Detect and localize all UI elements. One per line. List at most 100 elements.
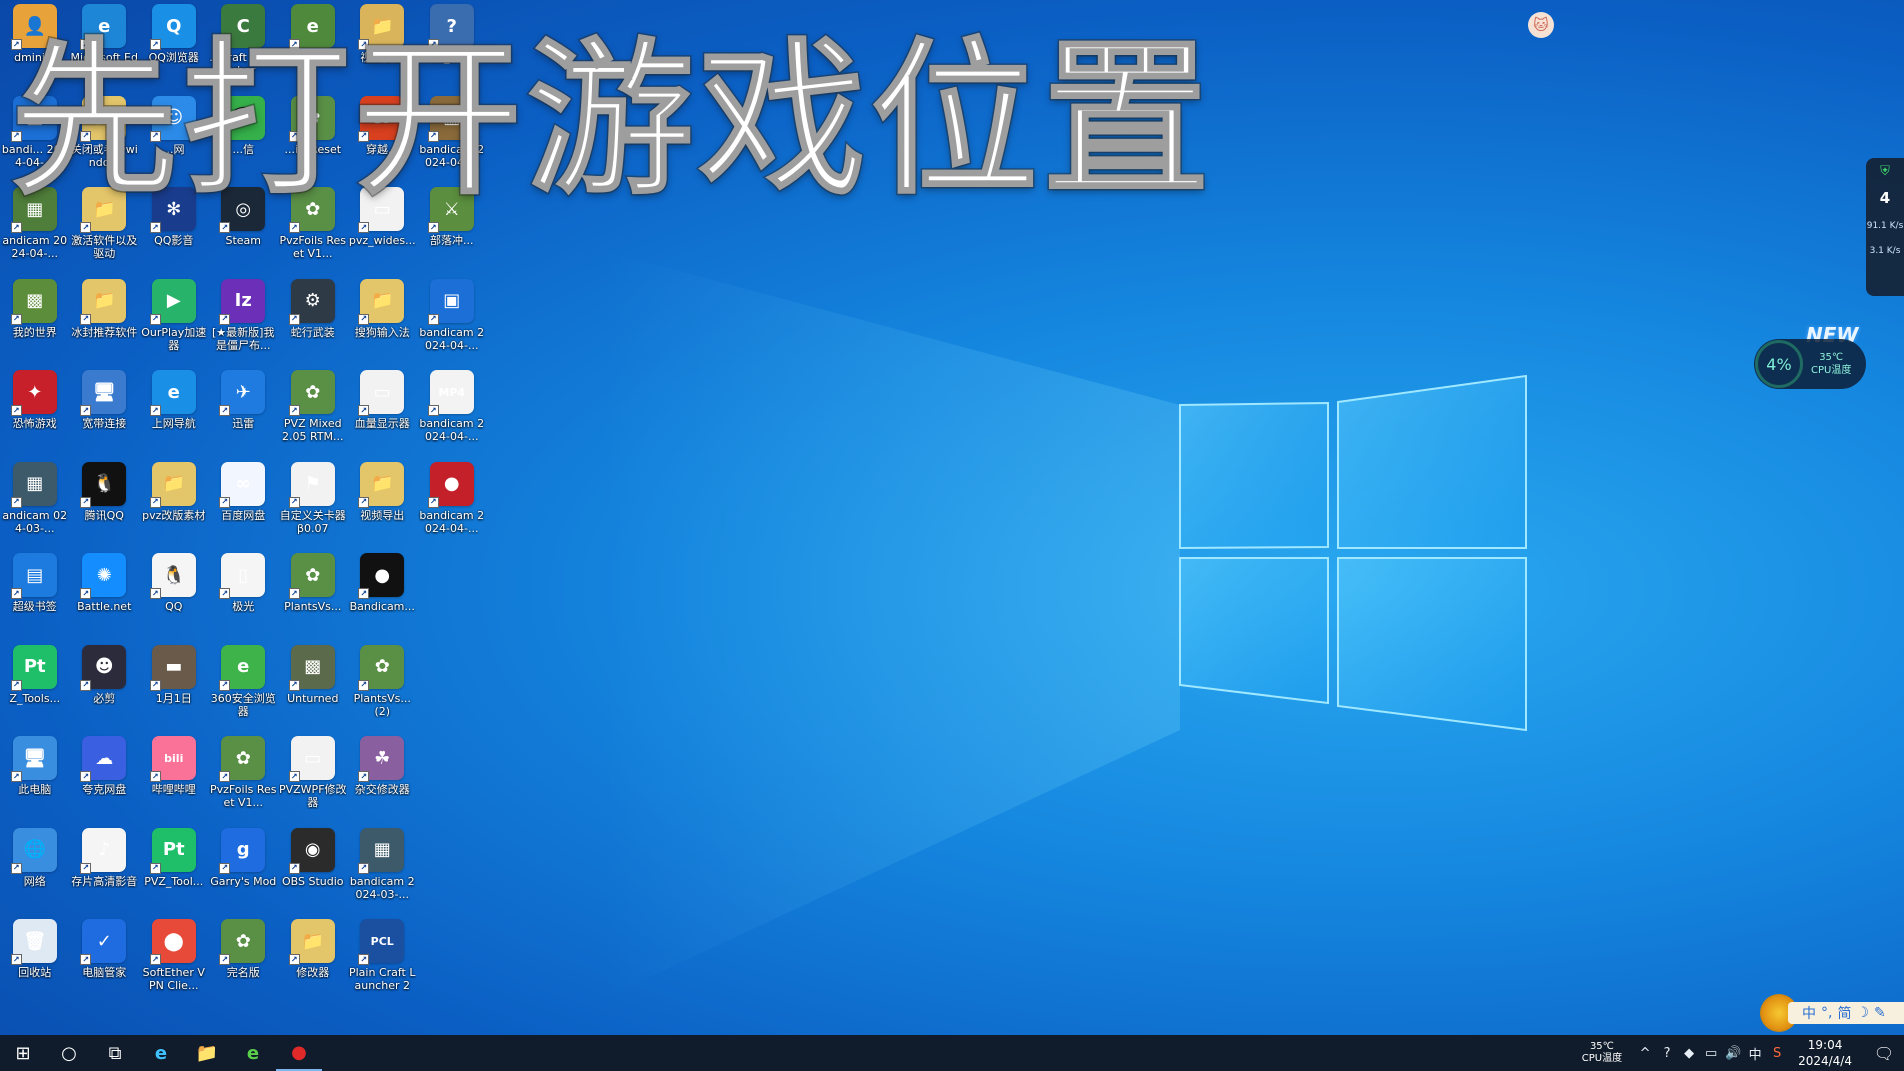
cpu-temp-readout: 35℃ CPU温度 bbox=[1811, 351, 1851, 377]
desktop-icon[interactable]: 🖥 ↗ 此电脑 bbox=[0, 732, 70, 824]
desktop-icon[interactable]: 🐧 ↗ QQ bbox=[139, 549, 209, 641]
show-hidden-icons-icon[interactable]: ^ bbox=[1634, 1046, 1656, 1061]
app-glyph: ▩ bbox=[26, 290, 44, 311]
app-icon: ✦ ↗ bbox=[10, 370, 57, 416]
cat-pet-icon[interactable]: 🐱 bbox=[1528, 12, 1554, 38]
desktop-icon[interactable]: g ↗ Garry's Mod bbox=[209, 824, 279, 916]
shortcut-arrow-icon: ↗ bbox=[10, 313, 22, 325]
desktop-icon[interactable]: ▣ ↗ bandicam 2024-04-... bbox=[417, 275, 487, 367]
ime-moon-icon[interactable]: ☽ bbox=[1856, 1005, 1869, 1021]
desktop-icon[interactable]: ▦ ↗ bandicam 2024-03-... bbox=[348, 824, 418, 916]
desktop-icon[interactable]: ☁ ↗ 夸克网盘 bbox=[70, 732, 140, 824]
sogou-ime-icon[interactable]: S bbox=[1766, 1046, 1788, 1061]
desktop-icon[interactable]: ▬ ↗ 1月1日 bbox=[139, 641, 209, 733]
desktop-icon[interactable]: ⚙ ↗ 蛇行武装 bbox=[278, 275, 348, 367]
desktop-icon[interactable]: ⚑ ↗ 自定义关卡器β0.07 bbox=[278, 458, 348, 550]
app-icon: ✿ ↗ bbox=[288, 370, 335, 416]
tray-cpu-temp-label: CPU温度 bbox=[1581, 1053, 1623, 1064]
desktop-icon[interactable]: ✦ ↗ 恐怖游戏 bbox=[0, 366, 70, 458]
desktop-icon[interactable]: ● ↗ bandicam 2024-04-... bbox=[417, 458, 487, 550]
desktop-icon[interactable]: ♪ ↗ 存片高清影音 bbox=[70, 824, 140, 916]
desktop-icon[interactable]: ▩ ↗ 我的世界 bbox=[0, 275, 70, 367]
ime-toolbar[interactable]: 中 °, 简 ☽ ✎ bbox=[1760, 992, 1904, 1032]
desktop-icon[interactable]: ⬤ ↗ SoftEther VPN Clie... bbox=[139, 915, 209, 1007]
desktop-icon[interactable]: ✿ ↗ PlantsVs... bbox=[278, 549, 348, 641]
cpu-gauge-widget[interactable]: NEW 4% 35℃ CPU温度 bbox=[1754, 323, 1866, 391]
desktop-icon[interactable]: ✓ ↗ 电脑管家 bbox=[70, 915, 140, 1007]
app-glyph: 📁 bbox=[371, 290, 394, 311]
desktop-icon[interactable]: ▤ ↗ 超级书签 bbox=[0, 549, 70, 641]
desktop-icon[interactable]: ▯ ↗ 极光 bbox=[209, 549, 279, 641]
file-explorer-taskbar-icon[interactable]: 📁 bbox=[184, 1035, 230, 1071]
app-glyph: 📁 bbox=[162, 473, 185, 494]
desktop-icon[interactable]: bili ↗ 哔哩哔哩 bbox=[139, 732, 209, 824]
desktop-icon[interactable]: ▩ ↗ Unturned bbox=[278, 641, 348, 733]
desktop-icon[interactable]: 🐧 ↗ 腾讯QQ bbox=[70, 458, 140, 550]
ime-lang[interactable]: 中 bbox=[1802, 1003, 1816, 1023]
desktop-icon[interactable]: Iz ↗ [★最新版]我是僵尸布... bbox=[209, 275, 279, 367]
ime-punct[interactable]: °, bbox=[1821, 1005, 1832, 1021]
desktop-icon[interactable]: ◉ ↗ OBS Studio bbox=[278, 824, 348, 916]
desktop-icon[interactable]: 🗑 ↗ 回收站 bbox=[0, 915, 70, 1007]
start-button[interactable]: ⊞ bbox=[0, 1035, 46, 1071]
shortcut-arrow-icon: ↗ bbox=[288, 313, 300, 325]
desktop-icon[interactable]: 📁 ↗ 视频导出 bbox=[348, 458, 418, 550]
desktop-icon-label: 超级书签 bbox=[12, 600, 57, 613]
desktop-icon[interactable]: ∞ ↗ 百度网盘 bbox=[209, 458, 279, 550]
tray-cpu-temp[interactable]: 35℃ CPU温度 bbox=[1582, 1041, 1622, 1065]
app-glyph: 🐧 bbox=[162, 564, 185, 586]
desktop-icon[interactable]: ✿ ↗ 完名版 bbox=[209, 915, 279, 1007]
desktop-icon[interactable]: ▶ ↗ OurPlay加速器 bbox=[139, 275, 209, 367]
desktop-icon[interactable]: 📁 ↗ 冰封推荐软件 bbox=[70, 275, 140, 367]
desktop-icon[interactable]: 🌐 ↗ 网络 bbox=[0, 824, 70, 916]
system-monitor-widget[interactable]: ⛨ 4 91.1 K/s 3.1 K/s bbox=[1866, 158, 1904, 296]
desktop-icon[interactable]: ✿ ↗ PvzFoils Reset V1... bbox=[209, 732, 279, 824]
desktop-icon[interactable]: ▭ ↗ PVZWPF修改器 bbox=[278, 732, 348, 824]
desktop-icon[interactable]: MP4 ↗ bandicam 2024-04-... bbox=[417, 366, 487, 458]
app-glyph: PCL bbox=[370, 934, 394, 948]
desktop-icon[interactable]: Pt ↗ Z_Tools... bbox=[0, 641, 70, 733]
app-glyph: ● bbox=[374, 564, 391, 586]
desktop-icon[interactable]: e ↗ 上网导航 bbox=[139, 366, 209, 458]
desktop-icon[interactable]: 📁 ↗ 修改器 bbox=[278, 915, 348, 1007]
shortcut-arrow-icon: ↗ bbox=[80, 862, 92, 874]
desktop-icon-label: 1月1日 bbox=[155, 691, 192, 705]
app-glyph: ◉ bbox=[304, 839, 321, 860]
desktop-icon[interactable]: ☘ ↗ 杂交修改器 bbox=[348, 732, 418, 824]
desktop-icon-label: 此电脑 bbox=[18, 783, 52, 796]
clock[interactable]: 19:04 2024/4/4 bbox=[1798, 1037, 1852, 1069]
app-glyph: ⚙ bbox=[304, 290, 321, 311]
shortcut-arrow-icon: ↗ bbox=[358, 313, 370, 325]
volume-icon[interactable]: 🔊 bbox=[1722, 1046, 1744, 1061]
desktop-icon[interactable]: 🖥 ↗ 宽带连接 bbox=[70, 366, 140, 458]
desktop-icon[interactable]: PCL ↗ Plain Craft Launcher 2 bbox=[348, 915, 418, 1007]
bandicam-taskbar-icon[interactable]: ● bbox=[276, 1035, 322, 1071]
desktop-icon[interactable]: 📁 ↗ pvz改版素材 bbox=[139, 458, 209, 550]
desktop-icon[interactable]: ✿ ↗ PlantsVs... (2) bbox=[348, 641, 418, 733]
desktop-icon[interactable]: 📁 ↗ 搜狗输入法 bbox=[348, 275, 418, 367]
desktop-icon[interactable]: ☻ ↗ 必剪 bbox=[70, 641, 140, 733]
desktop-icon-label: 血量显示器 bbox=[354, 417, 410, 430]
input-language-icon[interactable]: 中 bbox=[1744, 1044, 1766, 1063]
360-browser-taskbar-icon[interactable]: e bbox=[230, 1035, 276, 1071]
desktop-icon[interactable]: ● ↗ Bandicam... bbox=[348, 549, 418, 641]
desktop-icon[interactable]: ▦ ↗ andicam 024-03-... bbox=[0, 458, 70, 550]
desktop-icon[interactable]: Pt ↗ PVZ_Tool... bbox=[139, 824, 209, 916]
task-view-button[interactable]: ⧉ bbox=[92, 1035, 138, 1071]
search-button[interactable]: ○ bbox=[46, 1035, 92, 1071]
network-icon[interactable]: ▭ bbox=[1700, 1046, 1722, 1061]
ime-simplified[interactable]: 简 bbox=[1837, 1003, 1851, 1023]
desktop-icon[interactable]: ✈ ↗ 迅雷 bbox=[209, 366, 279, 458]
app-icon: ▶ ↗ bbox=[149, 278, 196, 325]
ime-tools-icon[interactable]: ✎ bbox=[1874, 1005, 1886, 1021]
app-glyph: ▶ bbox=[166, 290, 181, 311]
ime-status-pill[interactable]: 中 °, 简 ☽ ✎ bbox=[1788, 1002, 1904, 1024]
help-icon[interactable]: ? bbox=[1656, 1046, 1678, 1061]
notification-center-icon[interactable]: 🗨 bbox=[1864, 1044, 1904, 1063]
desktop-icon[interactable]: ▭ ↗ 血量显示器 bbox=[348, 366, 418, 458]
security-icon[interactable]: ◆ bbox=[1678, 1046, 1700, 1061]
desktop-icon[interactable]: ✺ ↗ Battle.net bbox=[70, 549, 140, 641]
edge-taskbar-icon[interactable]: e bbox=[138, 1035, 184, 1071]
desktop-icon[interactable]: ✿ ↗ PVZ Mixed 2.05 RTM... bbox=[278, 366, 348, 458]
desktop-icon[interactable]: e ↗ 360安全浏览器 bbox=[209, 641, 279, 733]
